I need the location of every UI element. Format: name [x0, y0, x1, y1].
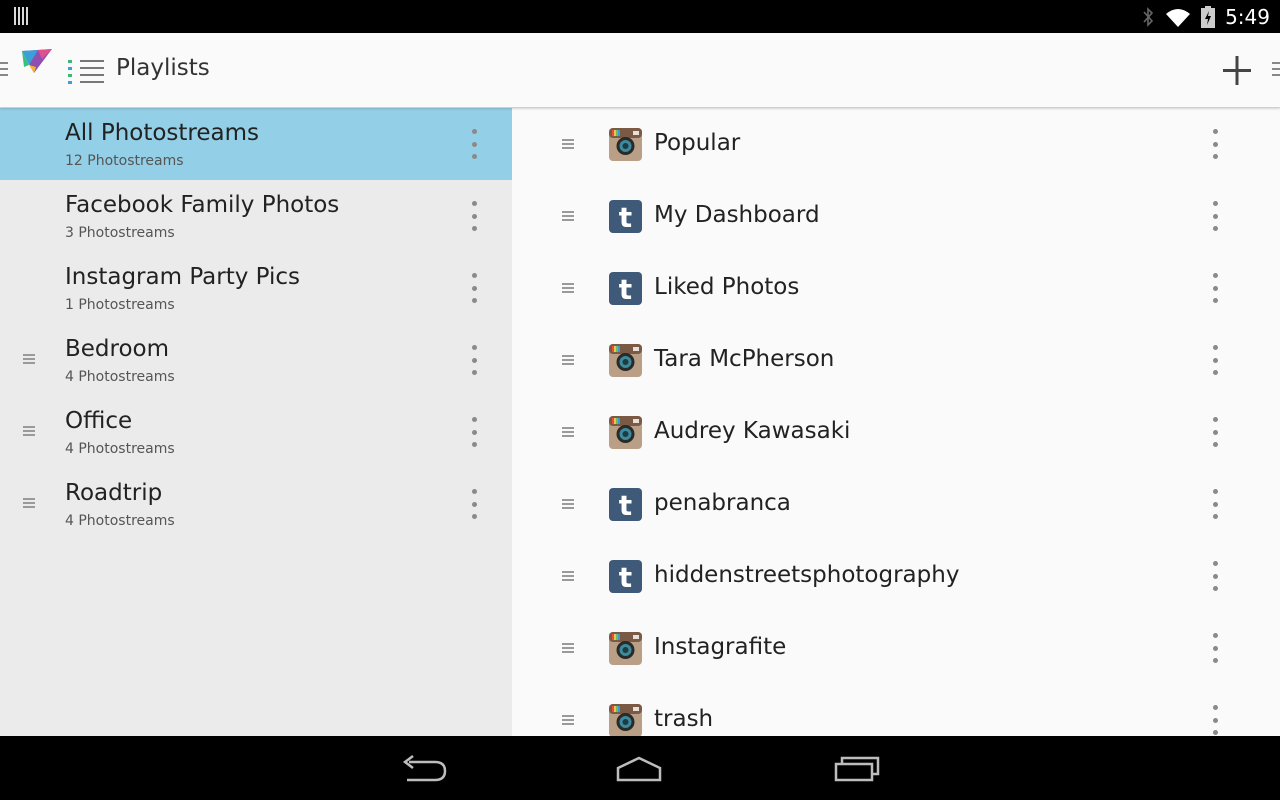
- photostream-name: My Dashboard: [654, 202, 820, 228]
- clock: 5:49: [1225, 5, 1270, 29]
- photostream-item[interactable]: Popular: [512, 108, 1280, 180]
- overflow-menu-icon[interactable]: [1205, 489, 1225, 519]
- wifi-icon: [1166, 9, 1191, 27]
- playlist-name: Facebook Family Photos: [65, 192, 340, 218]
- photostream-name: Liked Photos: [654, 274, 800, 300]
- playlist-count: 4 Photostreams: [65, 369, 175, 385]
- playlist-name: Instagram Party Pics: [65, 264, 301, 290]
- drag-handle-icon[interactable]: [562, 643, 574, 655]
- notification-icon: [14, 7, 32, 25]
- drag-handle-icon[interactable]: [23, 354, 35, 366]
- photostream-item[interactable]: trash: [512, 684, 1280, 736]
- photostream-item[interactable]: Instagrafite: [512, 612, 1280, 684]
- playlist-count: 4 Photostreams: [65, 513, 175, 529]
- instagram-icon: [609, 344, 642, 377]
- drag-handle-icon[interactable]: [562, 139, 574, 151]
- battery-icon: [1201, 6, 1216, 28]
- playlist-count: 4 Photostreams: [65, 441, 175, 457]
- photostream-list: Popular t My Dashboard t Liked Photos Ta…: [512, 108, 1280, 736]
- bluetooth-icon: [1143, 7, 1154, 27]
- recents-icon[interactable]: [832, 752, 882, 784]
- photostream-item[interactable]: t Liked Photos: [512, 252, 1280, 324]
- playlist-count: 12 Photostreams: [65, 153, 184, 169]
- overflow-menu-icon[interactable]: [1205, 705, 1225, 735]
- tumblr-icon: t: [609, 272, 642, 305]
- svg-text:t: t: [619, 561, 632, 593]
- playlist-name: Bedroom: [65, 336, 170, 362]
- overflow-menu-icon[interactable]: [1205, 417, 1225, 447]
- photostream-item[interactable]: t My Dashboard: [512, 180, 1280, 252]
- status-bar: 5:49: [0, 0, 1280, 33]
- photostream-name: trash: [654, 706, 714, 732]
- playlist-item[interactable]: Bedroom 4 Photostreams: [0, 324, 512, 396]
- overflow-menu-icon[interactable]: [464, 489, 484, 519]
- drag-handle-icon[interactable]: [562, 571, 574, 583]
- playlist-icon: [68, 60, 104, 84]
- instagram-icon: [609, 632, 642, 665]
- drag-handle-icon[interactable]: [562, 427, 574, 439]
- overflow-menu-icon[interactable]: [1205, 273, 1225, 303]
- drag-handle-icon[interactable]: [562, 211, 574, 223]
- photostream-name: Instagrafite: [654, 634, 787, 660]
- svg-text:t: t: [619, 489, 632, 521]
- drag-handle-icon[interactable]: [562, 499, 574, 511]
- photostream-name: Tara McPherson: [654, 346, 835, 372]
- playlist-name: Roadtrip: [65, 480, 163, 506]
- overflow-menu-icon[interactable]: [1205, 129, 1225, 159]
- drag-handle-icon[interactable]: [23, 498, 35, 510]
- svg-text:t: t: [619, 201, 632, 233]
- instagram-icon: [609, 704, 642, 736]
- page-title: Playlists: [116, 55, 210, 81]
- back-icon[interactable]: [399, 752, 449, 784]
- overflow-menu-icon[interactable]: [1205, 633, 1225, 663]
- overflow-menu-icon[interactable]: [1205, 345, 1225, 375]
- photostream-item[interactable]: Tara McPherson: [512, 324, 1280, 396]
- overflow-menu-icon[interactable]: [464, 129, 484, 159]
- action-bar: Playlists: [0, 33, 1280, 108]
- tumblr-icon: t: [609, 488, 642, 521]
- photostream-item[interactable]: t hiddenstreetsphotography: [512, 540, 1280, 612]
- app-logo-icon[interactable]: [20, 45, 54, 79]
- status-icons: 5:49: [1141, 4, 1270, 30]
- photostream-name: Popular: [654, 130, 741, 156]
- home-icon[interactable]: [614, 752, 664, 784]
- playlist-item[interactable]: Roadtrip 4 Photostreams: [0, 468, 512, 540]
- photostream-name: penabranca: [654, 490, 791, 516]
- add-playlist-button[interactable]: [1219, 53, 1255, 89]
- playlist-item[interactable]: Facebook Family Photos 3 Photostreams: [0, 180, 512, 252]
- drag-handle-icon[interactable]: [562, 715, 574, 727]
- tumblr-icon: t: [609, 200, 642, 233]
- instagram-icon: [609, 416, 642, 449]
- overflow-menu-icon[interactable]: [464, 417, 484, 447]
- photostream-name: Audrey Kawasaki: [654, 418, 851, 444]
- overflow-menu-icon[interactable]: [464, 273, 484, 303]
- drag-handle-icon[interactable]: [562, 355, 574, 367]
- overflow-menu-icon[interactable]: [1205, 201, 1225, 231]
- photostream-item[interactable]: Audrey Kawasaki: [512, 396, 1280, 468]
- playlist-list: All Photostreams 12 Photostreams Faceboo…: [0, 108, 512, 736]
- navigation-bar: [0, 736, 1280, 800]
- photostream-name: hiddenstreetsphotography: [654, 562, 960, 588]
- tumblr-icon: t: [609, 560, 642, 593]
- playlist-count: 1 Photostreams: [65, 297, 175, 313]
- photostream-item[interactable]: t penabranca: [512, 468, 1280, 540]
- drawer-handle-icon[interactable]: [0, 59, 8, 79]
- playlist-count: 3 Photostreams: [65, 225, 175, 241]
- overflow-menu-icon[interactable]: [1205, 561, 1225, 591]
- playlist-item[interactable]: Instagram Party Pics 1 Photostreams: [0, 252, 512, 324]
- overflow-menu-icon[interactable]: [464, 201, 484, 231]
- overflow-menu-icon[interactable]: [464, 345, 484, 375]
- playlist-name: All Photostreams: [65, 120, 260, 146]
- drag-handle-icon[interactable]: [23, 426, 35, 438]
- instagram-icon: [609, 128, 642, 161]
- svg-text:t: t: [619, 273, 632, 305]
- playlist-item[interactable]: All Photostreams 12 Photostreams: [0, 108, 512, 180]
- playlist-item[interactable]: Office 4 Photostreams: [0, 396, 512, 468]
- drag-handle-icon[interactable]: [562, 283, 574, 295]
- playlist-name: Office: [65, 408, 133, 434]
- drawer-handle-icon[interactable]: [1272, 59, 1280, 79]
